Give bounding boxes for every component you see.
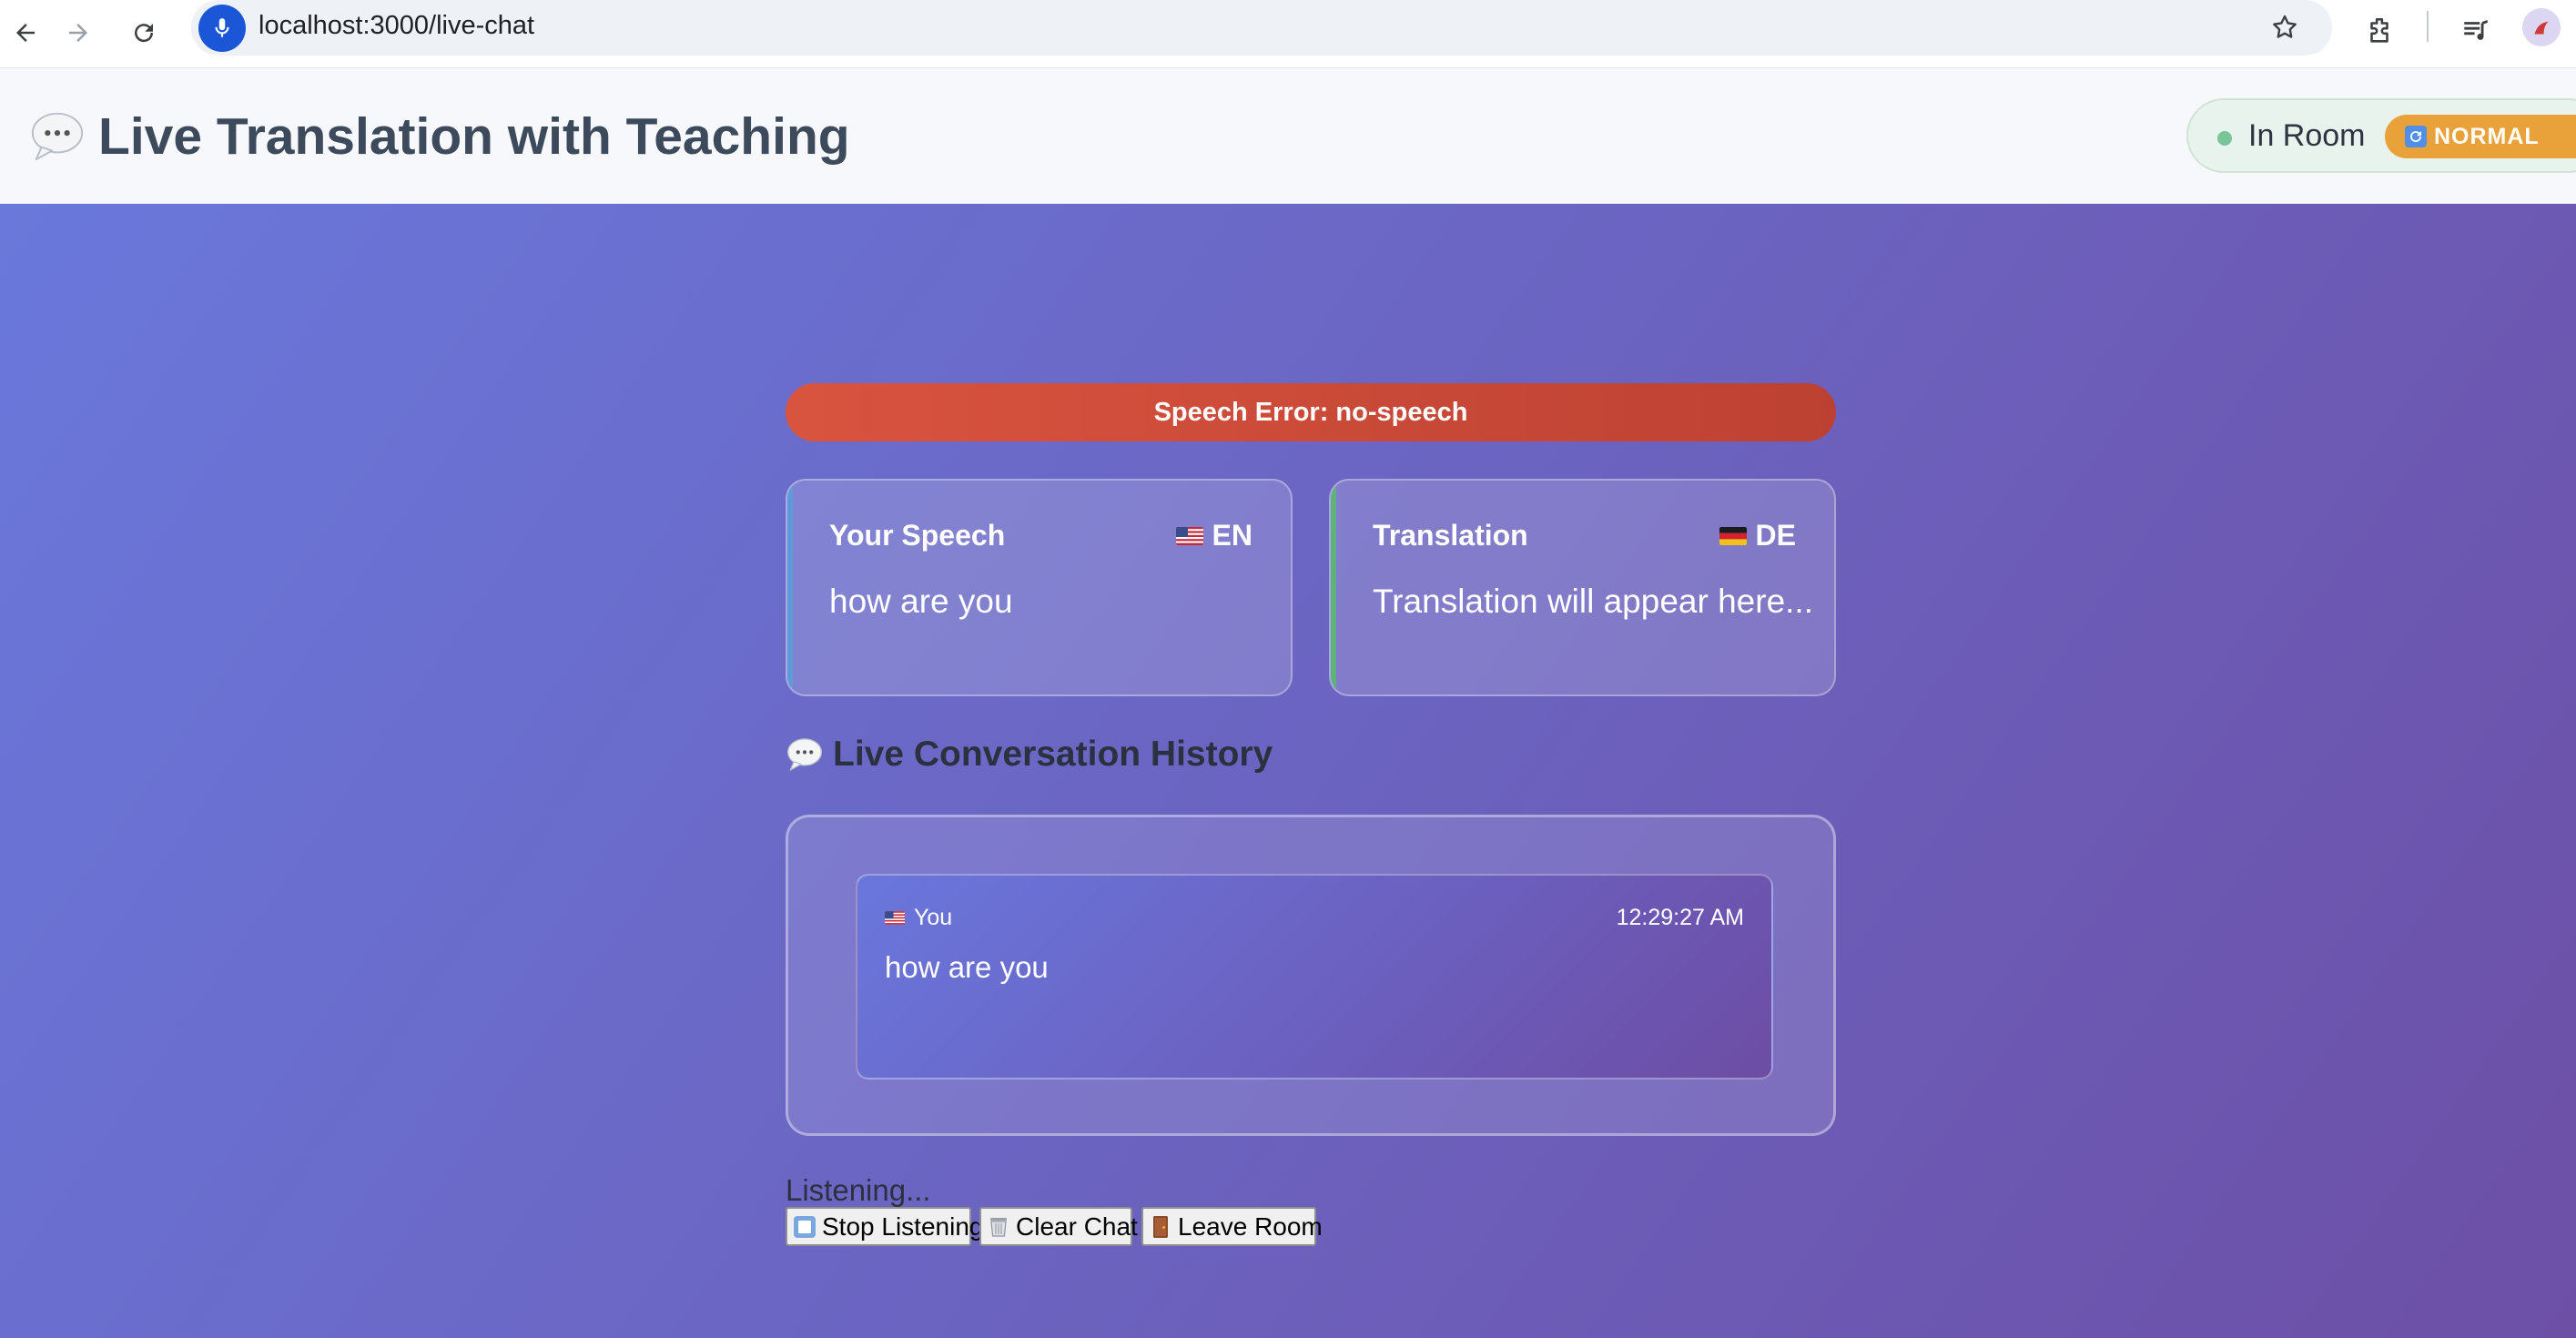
door-icon xyxy=(1153,1215,1168,1238)
browser-toolbar: localhost:3000/live-chat xyxy=(0,0,2576,68)
card-accent-bar xyxy=(787,481,793,694)
leave-room-button[interactable]: Leave Room xyxy=(1141,1207,1323,1246)
message-timestamp: 12:29:27 AM xyxy=(1616,905,1744,930)
media-controls-icon[interactable] xyxy=(2450,5,2501,56)
clear-chat-button[interactable]: Clear Chat xyxy=(979,1207,1138,1246)
wastebasket-icon xyxy=(990,1217,1007,1237)
main-area: Speech Error: no-speech Your Speech EN h… xyxy=(0,204,2576,1338)
status-dot-icon xyxy=(2217,131,2232,146)
message-text: how are you xyxy=(885,950,1049,984)
message-author: You xyxy=(885,905,952,931)
history-title: Live Conversation History xyxy=(786,732,1273,777)
message-author-name: You xyxy=(914,905,953,930)
history-title-text: Live Conversation History xyxy=(833,735,1273,774)
translation-text: Translation will appear here... xyxy=(1373,583,1813,620)
your-speech-title: Your Speech xyxy=(829,519,1006,552)
us-flag-icon xyxy=(885,911,905,925)
leave-room-label: Leave Room xyxy=(1178,1211,1323,1241)
stop-listening-label: Stop Listening xyxy=(822,1211,984,1241)
address-bar[interactable]: localhost:3000/live-chat xyxy=(191,0,2332,56)
room-status-label: In Room xyxy=(2248,118,2366,153)
url-text[interactable]: localhost:3000/live-chat xyxy=(259,11,534,41)
clear-chat-label: Clear Chat xyxy=(1016,1211,1138,1241)
app-header: Live Translation with Teaching In Room N… xyxy=(0,68,2576,204)
your-speech-text: how are you xyxy=(829,583,1013,620)
star-icon[interactable] xyxy=(2263,5,2307,49)
room-status-pill: In Room NORMAL xyxy=(2186,98,2576,173)
mode-badge: NORMAL xyxy=(2385,115,2576,158)
us-flag-icon xyxy=(1175,526,1203,545)
toolbar-divider xyxy=(2427,11,2429,42)
chat-message: You 12:29:27 AM how are you xyxy=(856,874,1773,1080)
speech-error-banner: Speech Error: no-speech xyxy=(786,383,1836,441)
profile-avatar[interactable] xyxy=(2522,8,2561,46)
microphone-icon[interactable] xyxy=(198,5,246,52)
de-flag-icon xyxy=(1719,526,1747,545)
target-language-code: DE xyxy=(1755,519,1796,552)
your-speech-card: Your Speech EN how are you xyxy=(786,479,1293,696)
extensions-icon[interactable] xyxy=(2354,5,2405,56)
stop-listening-button[interactable]: Stop Listening xyxy=(786,1207,983,1246)
source-language-code: EN xyxy=(1212,519,1253,552)
speech-bubble-icon xyxy=(786,738,823,771)
page-title: Live Translation with Teaching xyxy=(29,102,850,171)
speech-bubble-icon xyxy=(31,112,84,161)
stop-icon xyxy=(794,1215,816,1238)
translation-card: Translation DE Translation will appear h… xyxy=(1329,479,1836,696)
mode-badge-label: NORMAL xyxy=(2434,123,2540,149)
back-icon[interactable] xyxy=(0,7,51,58)
speech-error-text: Speech Error: no-speech xyxy=(1153,397,1468,427)
page-title-text: Live Translation with Teaching xyxy=(98,107,850,166)
translation-title: Translation xyxy=(1373,519,1528,552)
reload-icon[interactable] xyxy=(118,7,169,58)
conversation-history-panel[interactable]: You 12:29:27 AM how are you xyxy=(786,815,1836,1136)
target-language-tag: DE xyxy=(1719,519,1796,552)
source-language-tag: EN xyxy=(1175,519,1253,552)
card-accent-bar xyxy=(1331,481,1336,694)
refresh-icon xyxy=(2405,126,2427,147)
listening-status: Listening... xyxy=(786,1173,931,1207)
forward-icon[interactable] xyxy=(53,7,104,58)
